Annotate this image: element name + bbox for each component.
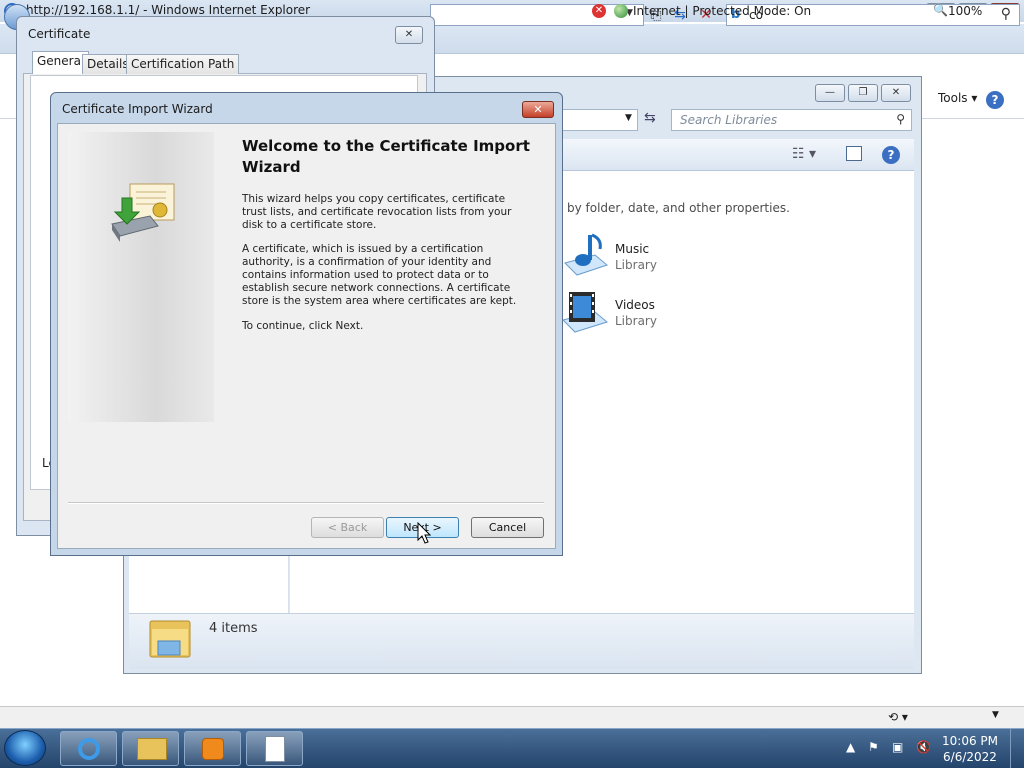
- address-input[interactable]: [430, 4, 644, 26]
- search-icon[interactable]: ⚲: [1001, 6, 1011, 22]
- clock-date: 6/6/2022: [943, 750, 997, 764]
- wizard-title: Certificate Import Wizard: [62, 102, 213, 116]
- tools-menu[interactable]: Tools ▾: [938, 91, 977, 105]
- taskbar-internet-explorer[interactable]: [60, 731, 117, 766]
- clock-time: 10:06 PM: [942, 734, 998, 748]
- certificate-import-icon: [111, 183, 175, 242]
- volume-muted-icon[interactable]: 🔇: [916, 740, 931, 754]
- explorer-close-button[interactable]: ✕: [881, 84, 911, 102]
- protected-mode-icon[interactable]: ⟲ ▾: [888, 710, 908, 724]
- preview-pane-icon[interactable]: [846, 146, 862, 161]
- explorer-minimize-button[interactable]: —: [815, 84, 845, 102]
- internet-zone-icon: [614, 4, 628, 18]
- music-library-type: Library: [615, 258, 657, 272]
- zoom-level[interactable]: 100%: [948, 4, 982, 18]
- clock[interactable]: 10:06 PM 6/6/2022: [940, 733, 1000, 765]
- videos-library-icon: [562, 292, 609, 333]
- network-icon[interactable]: ▣: [892, 740, 903, 754]
- internet-explorer-icon: [78, 738, 100, 760]
- zoom-icon: 🔍: [933, 3, 948, 17]
- explorer-maximize-button[interactable]: ❐: [848, 84, 878, 102]
- certificate-dialog-title: Certificate: [28, 27, 91, 41]
- certificate-close-button[interactable]: ✕: [395, 26, 423, 44]
- action-center-flag-icon[interactable]: ⚑: [868, 740, 879, 754]
- wizard-separator: [68, 502, 544, 504]
- ie-help-icon[interactable]: ?: [986, 91, 1004, 109]
- music-library-icon: [564, 233, 609, 276]
- taskbar-media-player[interactable]: [184, 731, 241, 766]
- wizard-banner: [68, 132, 214, 422]
- tab-general[interactable]: General: [32, 51, 90, 74]
- start-button[interactable]: [4, 730, 46, 766]
- media-player-icon: [202, 738, 224, 760]
- wizard-paragraph-2: A certificate, which is issued by a cert…: [242, 243, 517, 307]
- tab-certification-path[interactable]: Certification Path: [126, 54, 240, 74]
- mouse-cursor-icon: [417, 522, 431, 544]
- folder-icon: [137, 738, 167, 760]
- wizard-close-button[interactable]: ✕: [522, 101, 554, 118]
- libraries-folder-icon: [148, 617, 194, 661]
- show-hidden-icons-icon[interactable]: ▲: [846, 740, 855, 754]
- zoom-dropdown-icon[interactable]: ▼: [992, 710, 999, 720]
- wizard-heading: Welcome to the Certificate Import Wizard: [242, 137, 530, 176]
- blocked-icon[interactable]: ✕: [592, 4, 606, 18]
- taskbar-document[interactable]: [246, 731, 303, 766]
- explorer-search-input[interactable]: Search Libraries: [680, 113, 777, 127]
- library-description: by folder, date, and other properties.: [567, 201, 790, 215]
- taskbar-windows-explorer[interactable]: [122, 731, 179, 766]
- show-desktop-button[interactable]: [1010, 729, 1024, 768]
- explorer-refresh-icon[interactable]: ⇆: [644, 110, 656, 126]
- explorer-help-icon[interactable]: ?: [882, 146, 900, 164]
- cancel-button[interactable]: Cancel: [471, 517, 544, 538]
- library-videos[interactable]: [561, 288, 609, 334]
- music-library-name[interactable]: Music: [615, 242, 649, 256]
- explorer-search-icon[interactable]: ⚲: [896, 112, 905, 126]
- document-icon: [265, 736, 285, 762]
- items-count: 4 items: [209, 621, 258, 636]
- explorer-search-box[interactable]: Search Libraries ⚲: [671, 109, 912, 131]
- security-zone-status[interactable]: Internet | Protected Mode: On: [633, 4, 811, 18]
- library-music[interactable]: [561, 233, 609, 277]
- videos-library-type: Library: [615, 314, 657, 328]
- videos-library-name[interactable]: Videos: [615, 298, 655, 312]
- explorer-address-dropdown-icon[interactable]: ▼: [625, 113, 632, 123]
- wizard-paragraph-1: This wizard helps you copy certificates,…: [242, 193, 512, 231]
- ie-window-title: http://192.168.1.1/ - Windows Internet E…: [26, 3, 311, 17]
- wizard-paragraph-3: To continue, click Next.: [242, 320, 364, 332]
- change-view-icon[interactable]: ☷ ▾: [792, 146, 816, 162]
- back-button-wizard[interactable]: < Back: [311, 517, 384, 538]
- ie-status-bar: [0, 706, 1024, 728]
